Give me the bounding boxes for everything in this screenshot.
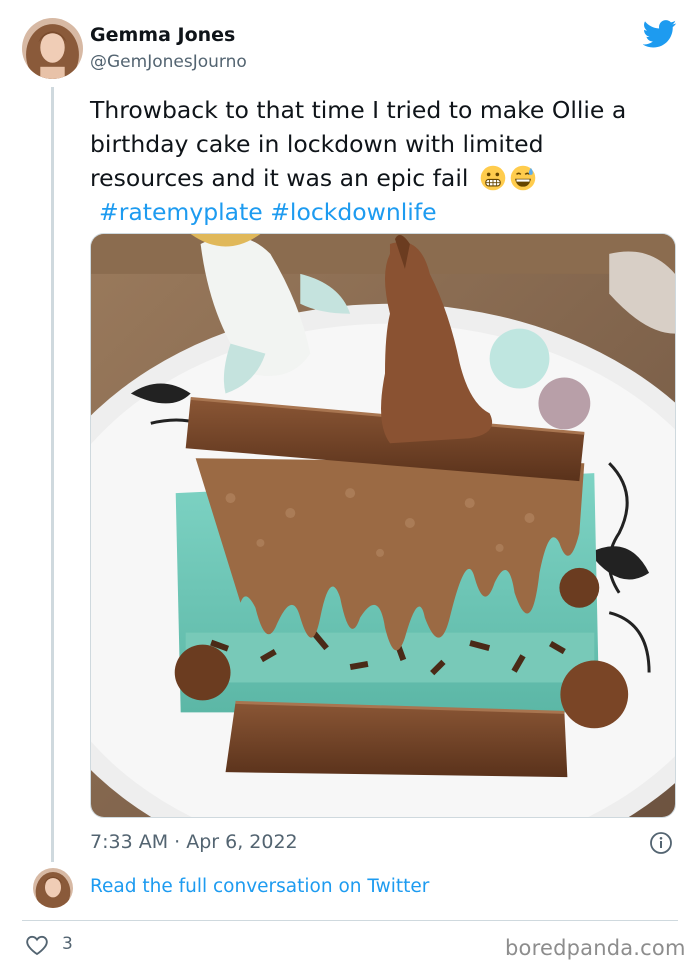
thread-connector-line (51, 87, 54, 862)
twitter-bird-icon[interactable] (643, 20, 677, 48)
author-display-name[interactable]: Gemma Jones (90, 24, 235, 46)
watermark: boredpanda.com (505, 936, 686, 960)
footer-divider (22, 920, 678, 921)
read-conversation-link[interactable]: Read the full conversation on Twitter (90, 876, 429, 897)
tweet-text-line: Throwback to that time I tried to make O… (90, 96, 627, 124)
grimacing-face-emoji (480, 165, 506, 191)
cake-photo (91, 234, 675, 817)
grinning-face-with-sweat-emoji (510, 165, 536, 191)
hashtag-link[interactable]: #ratemyplate (99, 198, 263, 226)
hashtag-line: #ratemyplate #lockdownlife (99, 195, 680, 229)
tweet-photo[interactable] (90, 233, 676, 818)
author-avatar-small[interactable] (33, 868, 73, 908)
tweet-text-line-with-emoji: resources and it was an epic fail (90, 161, 680, 195)
info-icon[interactable] (649, 831, 673, 855)
author-avatar[interactable] (22, 18, 83, 79)
heart-icon[interactable] (25, 933, 49, 957)
author-handle[interactable]: @GemJonesJourno (90, 52, 247, 72)
avatar-image (22, 18, 83, 79)
hashtag-link[interactable]: #lockdownlife (270, 198, 436, 226)
tweet-text-line: birthday cake in lockdown with limited (90, 130, 544, 158)
like-count: 3 (62, 934, 73, 954)
avatar-image (33, 868, 73, 908)
tweet-text: Throwback to that time I tried to make O… (90, 93, 680, 229)
tweet-timestamp[interactable]: 7:33 AM · Apr 6, 2022 (90, 831, 298, 853)
tweet-text-line: resources and it was an epic fail (90, 164, 469, 192)
